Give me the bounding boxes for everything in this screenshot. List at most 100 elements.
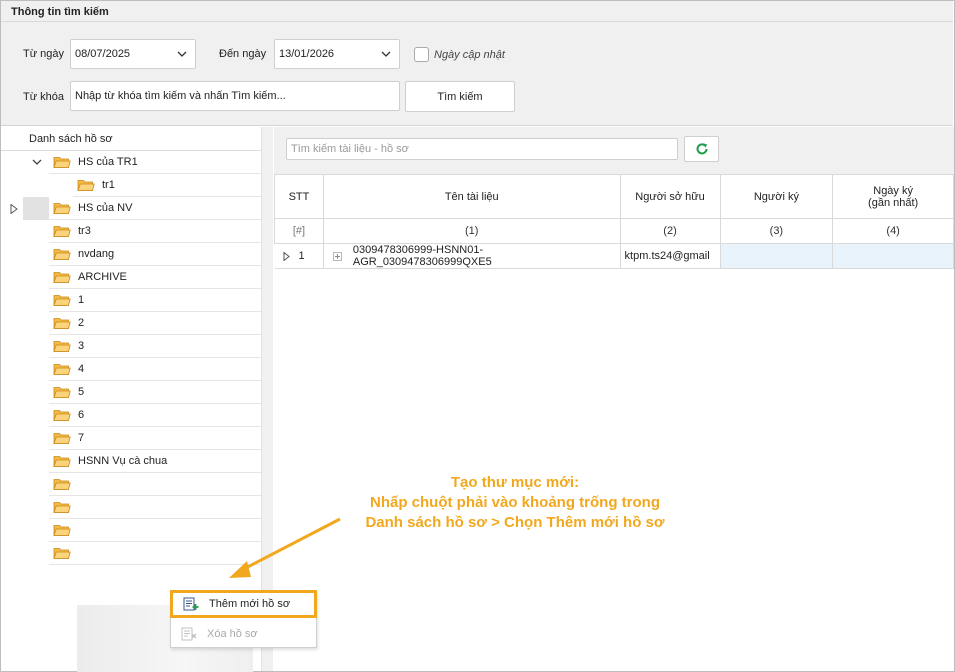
from-date-picker[interactable]: 08/07/2025 — [70, 39, 196, 69]
table-row[interactable]: 1 0309478306999-HSNN01-AGR_0309478306999… — [274, 243, 954, 269]
row-pointer-icon — [10, 204, 18, 214]
row-signer-cell[interactable] — [719, 243, 834, 269]
folder-icon — [53, 341, 71, 352]
menu-item-delete-record[interactable]: Xóa hồ sơ — [171, 621, 316, 647]
tree-item[interactable]: 1 — [49, 289, 261, 312]
column-header-label: Người ký — [753, 190, 799, 203]
chevron-down-icon[interactable] — [32, 157, 42, 167]
context-menu: Thêm mới hồ sơ Xóa hồ sơ — [170, 590, 317, 648]
tree-item[interactable] — [49, 496, 261, 519]
tree-item[interactable]: nvdang — [49, 243, 261, 266]
tree-item-label: 4 — [78, 363, 85, 375]
chevron-down-icon[interactable] — [177, 49, 187, 59]
row-date-cell[interactable] — [832, 243, 954, 269]
tree-item[interactable]: 6 — [49, 404, 261, 427]
tree-header-label: Danh sách hồ sơ — [29, 133, 113, 145]
tree-item[interactable]: 5 — [49, 381, 261, 404]
chevron-down-icon[interactable] — [381, 49, 391, 59]
from-date-value: 08/07/2025 — [75, 48, 131, 60]
column-header-name[interactable]: Tên tài liệu — [322, 174, 621, 219]
column-header-label: Ngày ký — [873, 184, 913, 197]
search-button[interactable]: Tìm kiếm — [405, 81, 515, 112]
annotation-text: Tạo thư mục mới: Nhấp chuột phải vào kho… — [340, 473, 690, 533]
annotation-line: Tạo thư mục mới: — [450, 474, 580, 491]
tree-item-label: 5 — [78, 386, 85, 398]
column-header-owner[interactable]: Người sở hữu — [619, 174, 721, 219]
keyword-input[interactable]: Nhập từ khóa tìm kiếm và nhấn Tìm kiếm..… — [70, 81, 400, 111]
row-focus-indicator — [23, 197, 49, 220]
row-indicator-icon — [283, 251, 290, 261]
updated-date-label: Ngày cập nhật — [434, 49, 505, 61]
refresh-icon — [696, 143, 707, 155]
from-date-label: Từ ngày — [23, 48, 64, 60]
folder-icon — [53, 157, 71, 168]
folder-icon — [53, 479, 71, 490]
add-document-icon — [183, 597, 199, 611]
column-header-label: Tên tài liệu — [444, 190, 499, 203]
column-header-label: Người sở hữu — [635, 190, 705, 203]
folder-icon — [53, 548, 71, 559]
column-header-label-line2: (gần nhất) — [868, 196, 919, 209]
tree-item-label: 1 — [78, 294, 85, 306]
row-stt: 1 — [298, 250, 305, 262]
tree-item-label: HS của TR1 — [78, 156, 138, 168]
tree-item[interactable]: 7 — [49, 427, 261, 450]
tree-item[interactable]: 2 — [49, 312, 261, 335]
tree-item[interactable]: HS của TR1 — [49, 151, 261, 174]
row-owner: ktpm.ts24@gmail — [624, 250, 710, 262]
column-header-sign-date[interactable]: Ngày ký (gần nhất) — [832, 174, 954, 219]
to-date-picker[interactable]: 13/01/2026 — [274, 39, 400, 69]
tree-item-label: tr3 — [78, 225, 91, 237]
expand-plus-icon[interactable] — [332, 251, 342, 261]
folder-icon — [53, 502, 71, 513]
folder-icon — [53, 456, 71, 467]
tree-item[interactable]: ARCHIVE — [49, 266, 261, 289]
tree-item-label: ARCHIVE — [78, 271, 127, 283]
document-table: STT Tên tài liệu Người sở hữu Người ký N… — [274, 174, 954, 269]
document-search-input[interactable]: Tìm kiếm tài liệu - hồ sơ — [286, 138, 678, 160]
menu-item-label: Thêm mới hồ sơ — [209, 598, 291, 610]
column-header-stt[interactable]: STT — [274, 174, 324, 219]
refresh-button[interactable] — [684, 136, 719, 162]
tree-item-label: 6 — [78, 409, 85, 421]
tree-item[interactable]: 4 — [49, 358, 261, 381]
folder-icon — [53, 249, 71, 260]
row-document-name: 0309478306999-HSNN01-AGR_0309478306999QX… — [352, 244, 492, 268]
table-header-row: STT Tên tài liệu Người sở hữu Người ký N… — [274, 174, 954, 219]
tree-item[interactable]: tr3 — [49, 220, 261, 243]
tree-item-label: HSNN Vụ cà chua — [78, 455, 168, 467]
menu-item-label: Xóa hồ sơ — [207, 628, 258, 640]
folder-icon — [77, 180, 95, 191]
folder-icon — [53, 318, 71, 329]
column-header-label: STT — [288, 190, 310, 203]
to-date-label: Đến ngày — [219, 48, 267, 60]
row-stt-cell: 1 — [274, 243, 324, 269]
search-panel: Thông tin tìm kiếm Từ ngày 08/07/2025 Đế… — [1, 1, 953, 126]
tree-item-label: 7 — [78, 432, 85, 444]
tree-item[interactable] — [49, 542, 261, 565]
tree-item[interactable] — [49, 519, 261, 542]
divider — [1, 21, 953, 22]
tree-item-label: HS của NV — [78, 202, 133, 214]
keyword-label: Từ khóa — [23, 91, 64, 103]
row-name-cell[interactable]: 0309478306999-HSNN01-AGR_0309478306999QX… — [322, 243, 621, 269]
updated-date-checkbox[interactable] — [414, 47, 429, 62]
column-index: [#] — [274, 218, 324, 244]
tree-child-item[interactable]: tr1 — [73, 174, 261, 197]
tree-item-label: 3 — [78, 340, 85, 352]
tree-item[interactable]: HSNN Vụ cà chua — [49, 450, 261, 473]
row-owner-cell[interactable]: ktpm.ts24@gmail — [619, 243, 721, 269]
folder-icon — [53, 272, 71, 283]
column-index: (4) — [832, 218, 954, 244]
column-index: (1) — [322, 218, 621, 244]
tree-item-label: 2 — [78, 317, 85, 329]
tree-item[interactable]: HS của NV — [49, 197, 261, 220]
annotation-line: Danh sách hồ sơ > Chọn Thêm mới hồ sơ — [365, 514, 665, 531]
tree-item[interactable]: 3 — [49, 335, 261, 358]
menu-item-add-record[interactable]: Thêm mới hồ sơ — [170, 590, 317, 618]
tree-item-label: nvdang — [78, 248, 115, 260]
tree-item[interactable] — [49, 473, 261, 496]
keyword-placeholder: Nhập từ khóa tìm kiếm và nhấn Tìm kiếm..… — [75, 90, 286, 102]
column-header-signer[interactable]: Người ký — [719, 174, 834, 219]
to-date-value: 13/01/2026 — [279, 48, 335, 60]
